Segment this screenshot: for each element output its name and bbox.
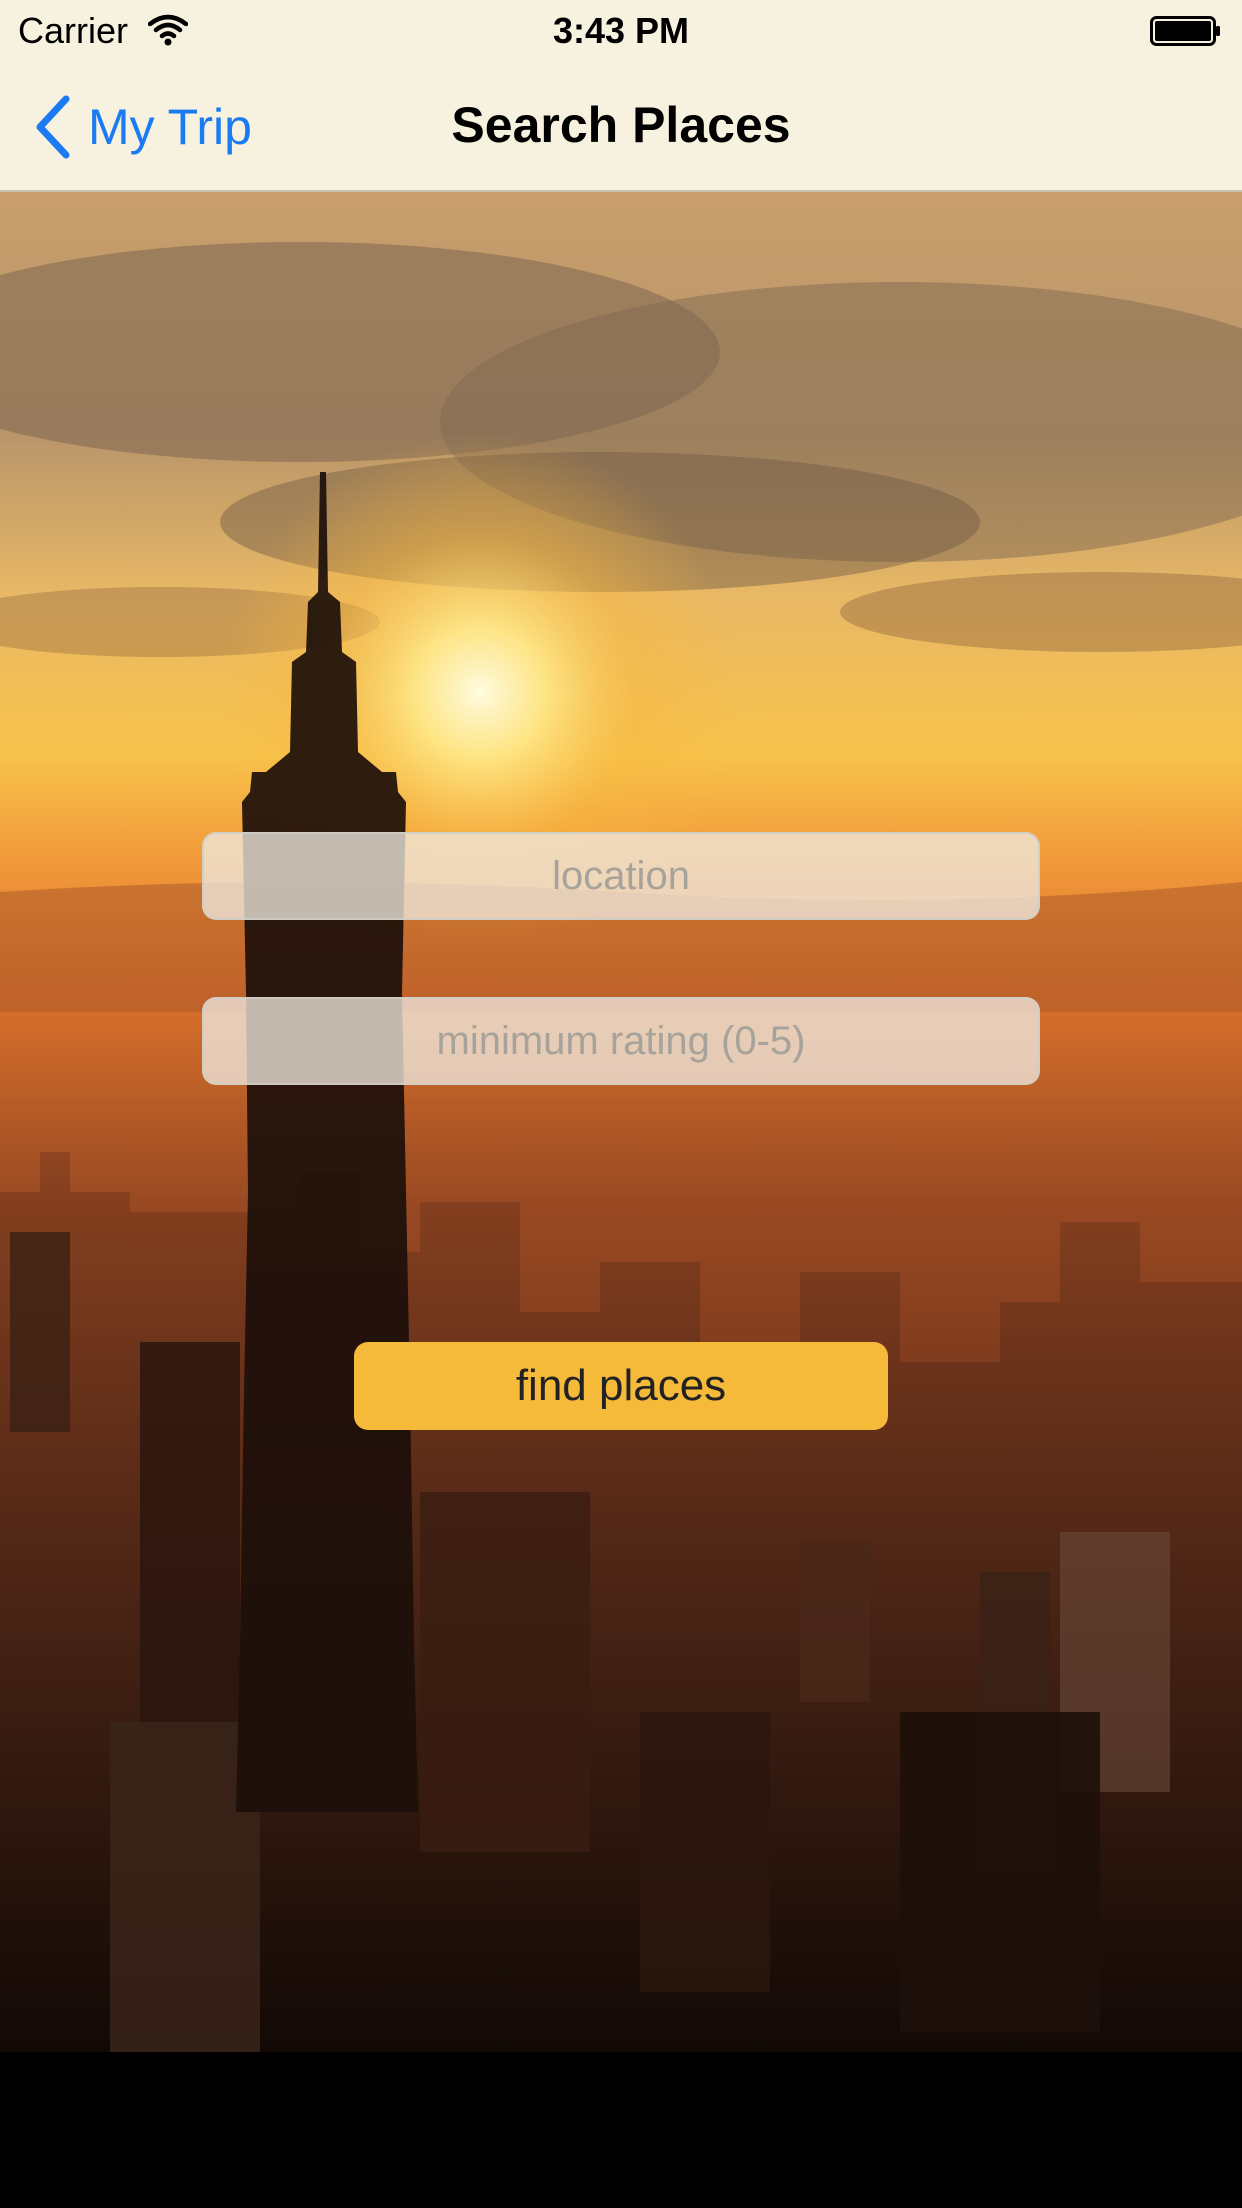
- battery-icon: [1150, 16, 1220, 46]
- background-image: [0, 192, 1242, 2208]
- minimum-rating-input[interactable]: [202, 997, 1040, 1085]
- navigation-bar: Carrier 3:43 PM My Trip Search Places: [0, 0, 1242, 192]
- location-input[interactable]: [202, 832, 1040, 920]
- status-time: 3:43 PM: [552, 10, 690, 51]
- page-title: Search Places: [451, 97, 791, 153]
- find-places-button[interactable]: find places: [354, 1342, 888, 1430]
